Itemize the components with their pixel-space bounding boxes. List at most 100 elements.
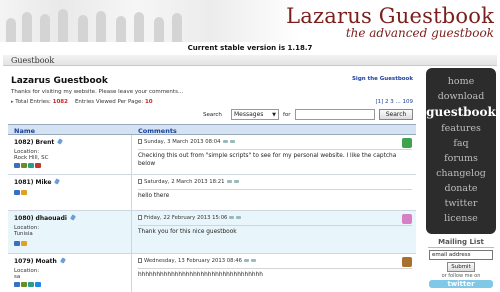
skype-icon[interactable] [35,282,41,287]
silhouette-figure [6,18,16,42]
entry-name-text: 1081) Mike [14,179,52,186]
email-icon[interactable] [14,241,20,246]
per-page-value: 10 [144,99,153,105]
entry-stats: ▸ Total Entries: 1082 Entries Viewed Per… [11,99,153,105]
document-icon [138,179,142,184]
entry-date-text: Wednesday, 13 February 2013 08:46 [144,258,243,264]
email-icon[interactable] [14,190,20,195]
silhouette-figure [22,12,32,42]
nav-item-guestbook[interactable]: guestbook [426,104,496,121]
silhouette-figure [154,17,164,42]
silhouette-figure [116,16,126,42]
per-page-label: Entries Viewed Per Page: [74,99,144,105]
entry-icons [14,241,28,247]
avatar [402,138,412,148]
edit-icon[interactable] [236,216,242,219]
search-button[interactable]: Search [379,109,413,120]
email-icon[interactable] [14,282,20,287]
nav-item-home[interactable]: home [426,74,496,89]
entry-name: 1080) dhaouadi [14,214,76,222]
divider [138,225,412,226]
search-field-value: Messages [234,111,264,118]
nav-item-forums[interactable]: forums [426,151,496,166]
edit-icon[interactable] [233,180,239,183]
search-input[interactable] [295,109,375,120]
table-row: 1080) dhaouadi Location: Tunisia Friday,… [8,211,416,254]
submit-button[interactable]: Submit [447,262,475,272]
twitter-logo[interactable]: twitter [429,280,493,288]
search-bar: Search Messages ▼ for Search [5,109,419,121]
document-icon [138,215,142,220]
website-icon[interactable] [21,282,27,287]
nav-item-faq[interactable]: faq [426,136,496,151]
website-icon[interactable] [21,163,27,168]
comment-icon [229,216,235,219]
pin-icon [54,178,61,185]
messenger-icon[interactable] [28,282,34,287]
mailing-list-title: Mailing List [438,238,484,246]
divider [138,189,412,190]
nav-item-donate[interactable]: donate [426,181,496,196]
site-title: Lazarus Guestbook [286,4,494,28]
entry-author-cell: 1080) dhaouadi Location: Tunisia [8,211,132,253]
entry-name: 1081) Mike [14,178,61,186]
header-photo [0,0,300,42]
nav-item-twitter[interactable]: twitter [426,196,496,211]
divider [428,247,494,248]
main-nav: home download guestbook features faq for… [426,68,496,234]
column-header-comments: Comments [138,127,177,135]
welcome-text: Thanks for visiting my website. Please l… [11,89,184,95]
location-value: Rock Hill, SC [14,155,49,161]
document-icon [138,139,142,144]
flag-icon [35,163,41,168]
email-icon[interactable] [14,163,20,168]
guestbook-title: Lazarus Guestbook [11,76,108,86]
edit-icon[interactable] [251,259,257,262]
messenger-icon[interactable] [28,163,34,168]
email-field[interactable]: email address [429,250,493,260]
silhouette-figure [40,14,50,42]
arrow-right-icon: ▸ [11,99,14,105]
entry-name-text: 1080) dhaouadi [14,215,67,222]
nav-item-features[interactable]: features [426,121,496,136]
entry-author-cell: 1079) Moath Location: sa [8,254,132,292]
entry-comment: Checking this out from "simple scripts" … [138,153,397,167]
silhouette-figure [96,11,106,42]
entry-date: Friday, 22 February 2013 15:06 [138,215,242,221]
entry-date: Wednesday, 13 February 2013 08:46 [138,258,257,264]
entry-author-cell: 1081) Mike [8,175,132,210]
table-header: Name Comments [8,124,416,135]
nav-item-download[interactable]: download [426,89,496,104]
entry-date-text: Saturday, 2 March 2013 18:21 [144,179,225,185]
nav-item-changelog[interactable]: changelog [426,166,496,181]
entry-name-text: 1082) Brent [14,139,55,146]
smiley-icon [21,190,27,195]
avatar [402,214,412,224]
entry-name: 1079) Moath [14,257,66,265]
table-row: 1081) Mike Saturday, 2 March 2013 18:21 … [8,175,416,211]
pagination[interactable]: [1] 2 3 ... 109 [375,99,413,105]
header-banner: Lazarus Guestbook the advanced guestbook [0,0,500,42]
silhouette-figure [78,15,88,42]
silhouette-figure [58,9,68,42]
entry-comment: hhhhhhhhhhhhhhhhhhhhhhhhhhhhhhhhhh [138,272,263,278]
silhouette-figure [134,12,144,42]
table-row: 1082) Brent Location: Rock Hill, SC Sund… [8,135,416,175]
follow-text: or follow me on [441,273,481,279]
document-icon [138,258,142,263]
divider [138,268,412,269]
search-field-select[interactable]: Messages ▼ [231,109,279,120]
entry-date: Saturday, 2 March 2013 18:21 [138,179,239,185]
entry-name-text: 1079) Moath [14,258,57,265]
nav-item-license[interactable]: license [426,211,496,226]
comment-icon [226,180,232,183]
entry-name: 1082) Brent [14,138,64,146]
site-subtitle: the advanced guestbook [345,26,494,40]
edit-icon[interactable] [229,140,235,143]
avatar [402,257,412,267]
smiley-icon [21,241,27,246]
entry-author-cell: 1082) Brent Location: Rock Hill, SC [8,135,132,174]
location-value: Tunisia [14,231,33,237]
entry-date-text: Sunday, 3 March 2013 08:04 [144,139,221,145]
sign-guestbook-link[interactable]: Sign the Guestbook [352,76,413,82]
